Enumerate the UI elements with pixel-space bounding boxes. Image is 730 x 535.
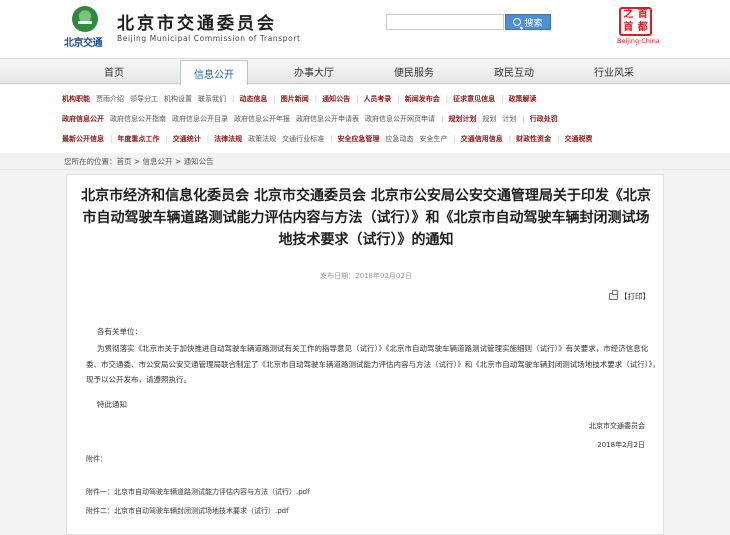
body-paragraph: 为贯彻落实《北京市关于加快推进自动驾驶车辆道路测试有关工作的指导意见（试行）》《… xyxy=(86,344,660,384)
subnav-section-link[interactable]: 法律法规 xyxy=(214,134,242,144)
main-nav: 首页 信息公开 办事大厅 便民服务 政民互动 行业风采 xyxy=(0,58,730,85)
subnav-section-link[interactable]: 最新公开信息 xyxy=(62,134,104,144)
nav-service-hall[interactable]: 办事大厅 xyxy=(260,59,368,84)
subnav-link[interactable]: 领导分工 xyxy=(130,94,158,104)
site-header: 北京交通 北京市交通委员会 Beijing Municipal Commissi… xyxy=(0,0,730,58)
subnav-section-link[interactable]: 交通统计 xyxy=(173,134,201,144)
closing-text: 特此通知 xyxy=(97,400,127,409)
subnav-link[interactable]: 机构设置 xyxy=(164,94,192,104)
subnav-link[interactable]: 应急动态 xyxy=(385,134,413,144)
subnav-section-link[interactable]: 通知公告 xyxy=(322,94,350,104)
subnav-row-3: 最新公开信息 | 年度重点工作 | 交通统计 | 法律法规 政策法规 交通行业标准 | 安全应急管理… xyxy=(62,132,599,146)
seal-char: 之 xyxy=(623,9,634,20)
subnav-separator: | xyxy=(206,135,210,143)
subnav-link[interactable]: 政府信息公开年报 xyxy=(234,114,290,124)
subnav-section-link[interactable]: 新闻发布会 xyxy=(405,94,440,104)
signature-date: 2018年2月2日 xyxy=(597,441,645,449)
nav-interaction[interactable]: 政民互动 xyxy=(460,59,568,84)
subnav-separator: | xyxy=(165,135,168,143)
subnav-separator: | xyxy=(397,95,400,103)
capital-seal-logo: 之 首 首 都 xyxy=(619,7,652,36)
attachment-link-2-text[interactable]: 附件二：北京市自动驾驶车辆封闭测试场地技术要求（试行）.pdf xyxy=(86,507,289,515)
site-title: 北京市交通委员会 xyxy=(117,14,277,34)
breadcrumb-path[interactable]: 首页 > 信息公开 > 通知公告 xyxy=(117,156,214,167)
subnav-separator: | xyxy=(557,135,560,143)
seal-char: 首 xyxy=(623,21,634,33)
logo-caption: 北京交通 xyxy=(64,38,103,49)
subnav-row-2: 政府信息公开 政府信息公开指南 政府信息公开目录 政府信息公开年报 政府信息公开申请表政… xyxy=(62,112,564,126)
attachment-link-1[interactable]: 附件一：北京市自动驾驶车辆道路测试能力评估内容与方法（试行）.pdf xyxy=(86,487,310,497)
print-label: 【打印】 xyxy=(620,292,650,301)
subnav-separator: | xyxy=(445,95,449,103)
subnav-separator: | xyxy=(508,135,512,143)
seal-caption: Beijing·China xyxy=(617,37,660,45)
subnav-separator: | xyxy=(356,95,359,103)
search-icon xyxy=(513,18,522,26)
nav-home[interactable]: 首页 xyxy=(60,59,168,84)
subnav-row-1: 机构职能 贾雨介绍 领导分工 机构设置 联系我们 | 动态信息 | 图片新闻 | 通知公告 | 人员考录… xyxy=(62,92,543,106)
seal-char: 首 xyxy=(637,9,648,20)
nav-info-disclosure[interactable]: 信息公开 xyxy=(180,60,248,85)
subnav-section-link[interactable]: 政策解读 xyxy=(509,94,537,104)
subnav-link[interactable]: 政府信息公开指南 xyxy=(110,114,166,124)
subnav-section-link[interactable]: 年度重点工作 xyxy=(117,134,159,144)
nav-public-service[interactable]: 便民服务 xyxy=(360,59,468,84)
breadcrumb: 您所在的位置： 首页 > 信息公开 > 通知公告 xyxy=(0,153,730,170)
article-title: 北京市经济和信息化委员会 北京市交通委员会 北京市公安局公安交通管理局关于印发《… xyxy=(81,188,651,248)
subnav-section-link[interactable]: 人员考录 xyxy=(363,94,391,104)
subnav-separator: | xyxy=(110,135,113,143)
subnav-link[interactable]: 计划 xyxy=(502,114,516,124)
subnav-section-link[interactable]: 行政处罚 xyxy=(530,114,558,124)
subnav-link[interactable]: 政策法规 xyxy=(248,134,276,144)
subnav-section-link[interactable]: 动态信息 xyxy=(239,94,267,104)
subnav-separator: | xyxy=(232,95,235,103)
salutation: 各有关单位： xyxy=(97,327,142,336)
subnav-section-link[interactable]: 规划计划 xyxy=(448,114,476,124)
subnav-link[interactable]: 规划 xyxy=(482,114,496,124)
subnav-link[interactable]: 安全生产 xyxy=(419,134,447,144)
subnav-link[interactable]: 政府信息公开目录 xyxy=(172,114,228,124)
subnav-separator: | xyxy=(441,115,444,123)
site-subtitle: Beijing Municipal Commission of Transpor… xyxy=(117,34,301,43)
subnav-link[interactable]: 联系我们 xyxy=(198,94,226,104)
publish-date: 发布日期：2018年02月02日 xyxy=(320,272,412,280)
subnav-link[interactable]: 贾雨介绍 xyxy=(96,94,124,104)
seal-char: 都 xyxy=(637,21,648,33)
subnav-link[interactable]: 交通行业标准 xyxy=(282,134,324,144)
nav-industry[interactable]: 行业风采 xyxy=(560,59,668,84)
subnav-section-link[interactable]: 交通税费 xyxy=(565,134,593,144)
subnav-separator: | xyxy=(273,95,276,103)
attachments-label: 附件： xyxy=(86,455,107,463)
breadcrumb-prefix: 您所在的位置： xyxy=(64,156,117,166)
subnav-link[interactable]: 政府信息公开网页申请 xyxy=(365,114,435,124)
printer-icon xyxy=(609,290,618,300)
subnav-link[interactable]: 政府信息公开申请表 xyxy=(296,114,359,124)
print-button[interactable]: 【打印】 xyxy=(609,290,650,302)
attachment-link-2[interactable]: 附件二：北京市自动驾驶车辆封闭测试场地技术要求（试行）.pdf xyxy=(86,506,289,516)
logo-icon[interactable] xyxy=(72,6,98,32)
subnav-section-link[interactable]: 安全应急管理 xyxy=(337,134,379,144)
article-panel: 北京市经济和信息化委员会 北京市交通委员会 北京市公安局公安交通管理局关于印发《… xyxy=(66,174,664,535)
subnav-separator: | xyxy=(522,115,525,123)
attachment-link-1-text[interactable]: 附件一：北京市自动驾驶车辆道路测试能力评估内容与方法（试行）.pdf xyxy=(86,488,310,496)
subnav-section-link[interactable]: 征求意见信息 xyxy=(453,94,495,104)
subnav-separator: | xyxy=(453,135,456,143)
search-button-label: 搜索 xyxy=(524,18,543,29)
subnav-section-link[interactable]: 交通信用信息 xyxy=(461,134,503,144)
sub-nav: 机构职能 贾雨介绍 领导分工 机构设置 联系我们 | 动态信息 | 图片新闻 | 通知公告 | 人员考录… xyxy=(0,85,730,153)
subnav-section-link[interactable]: 政府信息公开 xyxy=(62,114,104,124)
subnav-separator: | xyxy=(501,95,504,103)
subnav-section-link[interactable]: 机构职能 xyxy=(62,94,90,104)
subnav-separator: | xyxy=(330,135,333,143)
subnav-section-link[interactable]: 财政性资金 xyxy=(516,134,551,144)
subnav-section-link[interactable]: 图片新闻 xyxy=(281,94,309,104)
search-input[interactable] xyxy=(386,14,504,30)
subnav-separator: | xyxy=(314,95,318,103)
signature-block: 北京市交通委员会 2018年2月2日 xyxy=(589,417,645,455)
search-button[interactable]: 搜索 xyxy=(505,14,551,30)
signature-org: 北京市交通委员会 xyxy=(589,422,645,430)
